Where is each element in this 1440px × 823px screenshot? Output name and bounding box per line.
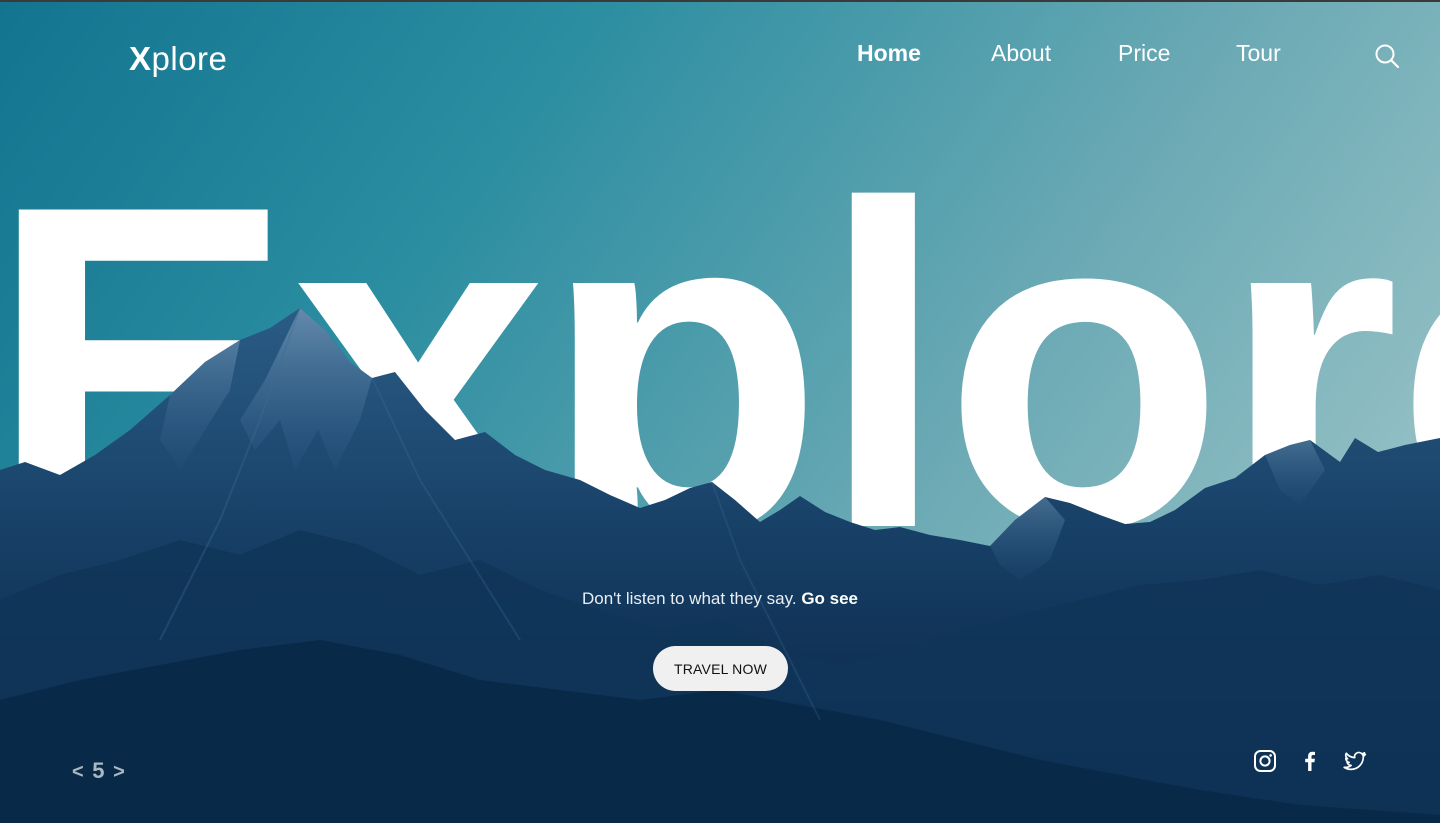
- twitter-icon[interactable]: [1343, 749, 1367, 773]
- tagline-text: Don't listen to what they say.: [581, 589, 797, 608]
- hero-section: Explore Xplore H: [0, 0, 1440, 823]
- nav-item-home[interactable]: Home: [857, 40, 921, 67]
- slide-pager: < 5 >: [72, 758, 125, 784]
- instagram-icon[interactable]: [1253, 749, 1277, 773]
- hero-tagline: Don't listen to what they say. Go see: [0, 589, 1440, 609]
- nav-item-about[interactable]: About: [991, 40, 1051, 67]
- mountain-range-image: [0, 307, 1440, 823]
- nav-item-tour[interactable]: Tour: [1236, 40, 1281, 67]
- tagline-emphasis: Go see: [801, 589, 859, 608]
- pager-prev-button[interactable]: <: [72, 761, 84, 783]
- logo-mark: X: [129, 40, 152, 77]
- pager-next-button[interactable]: >: [113, 761, 125, 783]
- search-icon[interactable]: [1374, 43, 1400, 69]
- pager-current-number: 5: [92, 758, 105, 783]
- travel-now-button[interactable]: TRAVEL NOW: [653, 646, 788, 691]
- facebook-icon[interactable]: [1298, 749, 1322, 773]
- brand-logo[interactable]: Xplore: [129, 40, 227, 78]
- logo-wordmark: plore: [151, 40, 228, 77]
- nav-item-price[interactable]: Price: [1118, 40, 1170, 67]
